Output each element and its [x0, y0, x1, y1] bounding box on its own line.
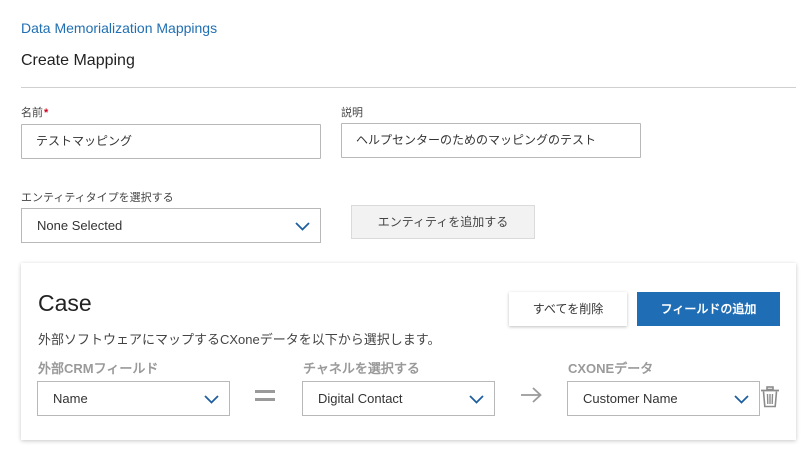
card-description: 外部ソフトウェアにマップするCXoneデータを以下から選択します。	[38, 332, 441, 347]
cxone-data-label: CXONEデータ	[568, 361, 654, 376]
card-title: Case	[38, 290, 92, 316]
required-mark: *	[44, 107, 49, 119]
external-crm-field-label: 外部CRMフィールド	[38, 361, 159, 376]
chevron-down-icon	[469, 394, 484, 404]
chevron-down-icon	[295, 221, 310, 231]
channel-value: Digital Contact	[318, 391, 403, 406]
equals-icon	[255, 390, 275, 401]
trash-icon[interactable]	[760, 386, 780, 408]
external-crm-field-value: Name	[53, 391, 88, 406]
add-entity-button[interactable]: エンティティを追加する	[351, 205, 535, 239]
entity-card-case: Case すべてを削除 フィールドの追加 外部ソフトウェアにマップするCXone…	[21, 263, 796, 440]
delete-all-button[interactable]: すべてを削除	[509, 292, 627, 326]
arrow-right-icon	[521, 387, 542, 403]
cxone-data-select[interactable]: Customer Name	[567, 381, 760, 416]
name-input[interactable]: テストマッピング	[21, 124, 321, 159]
entity-type-value: None Selected	[37, 218, 123, 233]
name-label: 名前*	[21, 104, 48, 120]
page-title: Create Mapping	[21, 52, 135, 69]
channel-select-label: チャネルを選択する	[303, 361, 420, 376]
chevron-down-icon	[734, 394, 749, 404]
name-label-text: 名前	[21, 107, 43, 119]
entity-type-label: エンティティタイプを選択する	[21, 192, 174, 204]
add-field-button[interactable]: フィールドの追加	[637, 292, 780, 326]
entity-type-select[interactable]: None Selected	[21, 208, 321, 243]
cxone-data-value: Customer Name	[583, 391, 678, 406]
channel-select[interactable]: Digital Contact	[302, 381, 495, 416]
header-divider	[21, 87, 796, 88]
breadcrumb-link[interactable]: Data Memorialization Mappings	[21, 20, 217, 36]
create-mapping-page: Data Memorialization Mappings Create Map…	[0, 0, 809, 458]
chevron-down-icon	[204, 394, 219, 404]
external-crm-field-select[interactable]: Name	[37, 381, 230, 416]
description-label: 説明	[341, 107, 363, 119]
description-input[interactable]: ヘルプセンターのためのマッピングのテスト	[341, 123, 641, 158]
